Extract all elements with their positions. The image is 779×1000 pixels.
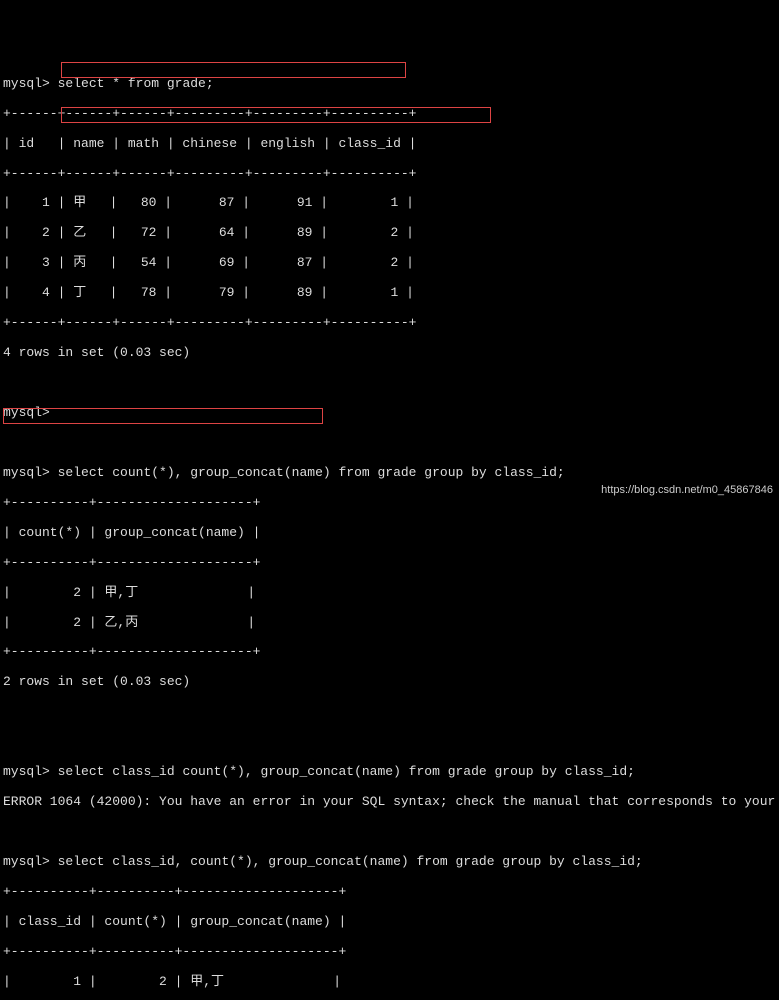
sql-query: select class_id count(*), group_concat(n…: [58, 764, 635, 779]
sql-query: select * from grade;: [58, 76, 214, 91]
prompt-line: mysql> select class_id count(*), group_c…: [3, 765, 779, 780]
table-row: | 3 | 丙 | 54 | 69 | 87 | 2 |: [3, 256, 779, 271]
table-row: | 2 | 乙,丙 |: [3, 616, 779, 631]
watermark: https://blog.csdn.net/m0_45867846: [601, 484, 773, 497]
prompt-line: mysql> select count(*), group_concat(nam…: [3, 466, 779, 481]
table-border: +------+------+------+---------+--------…: [3, 167, 779, 182]
table-row: | 1 | 甲 | 80 | 87 | 91 | 1 |: [3, 196, 779, 211]
table-row: | 1 | 2 | 甲,丁 |: [3, 975, 779, 990]
prompt-line: mysql> select class_id, count(*), group_…: [3, 855, 779, 870]
table-header: | class_id | count(*) | group_concat(nam…: [3, 915, 779, 930]
table-border: +----------+--------------------+: [3, 645, 779, 660]
table-row: | 4 | 丁 | 78 | 79 | 89 | 1 |: [3, 286, 779, 301]
prompt-line[interactable]: mysql>: [3, 406, 779, 421]
table-border: +------+------+------+---------+--------…: [3, 316, 779, 331]
table-header: | id | name | math | chinese | english |…: [3, 137, 779, 152]
table-header: | count(*) | group_concat(name) |: [3, 526, 779, 541]
table-border: +------+------+------+---------+--------…: [3, 107, 779, 122]
table-border: +----------+----------+-----------------…: [3, 885, 779, 900]
prompt-line: mysql> select * from grade;: [3, 77, 779, 92]
sql-query: select class_id, count(*), group_concat(…: [58, 854, 643, 869]
table-border: +----------+--------------------+: [3, 496, 779, 511]
table-row: | 2 | 甲,丁 |: [3, 586, 779, 601]
error-message: ERROR 1064 (42000): You have an error in…: [3, 795, 779, 810]
blank-line: [3, 705, 779, 720]
table-border: +----------+----------+-----------------…: [3, 945, 779, 960]
result-footer: 4 rows in set (0.03 sec): [3, 346, 779, 361]
result-footer: 2 rows in set (0.03 sec): [3, 675, 779, 690]
blank-line: [3, 376, 779, 391]
sql-query: select count(*), group_concat(name) from…: [58, 465, 565, 480]
table-row: | 2 | 乙 | 72 | 64 | 89 | 2 |: [3, 226, 779, 241]
table-border: +----------+--------------------+: [3, 556, 779, 571]
